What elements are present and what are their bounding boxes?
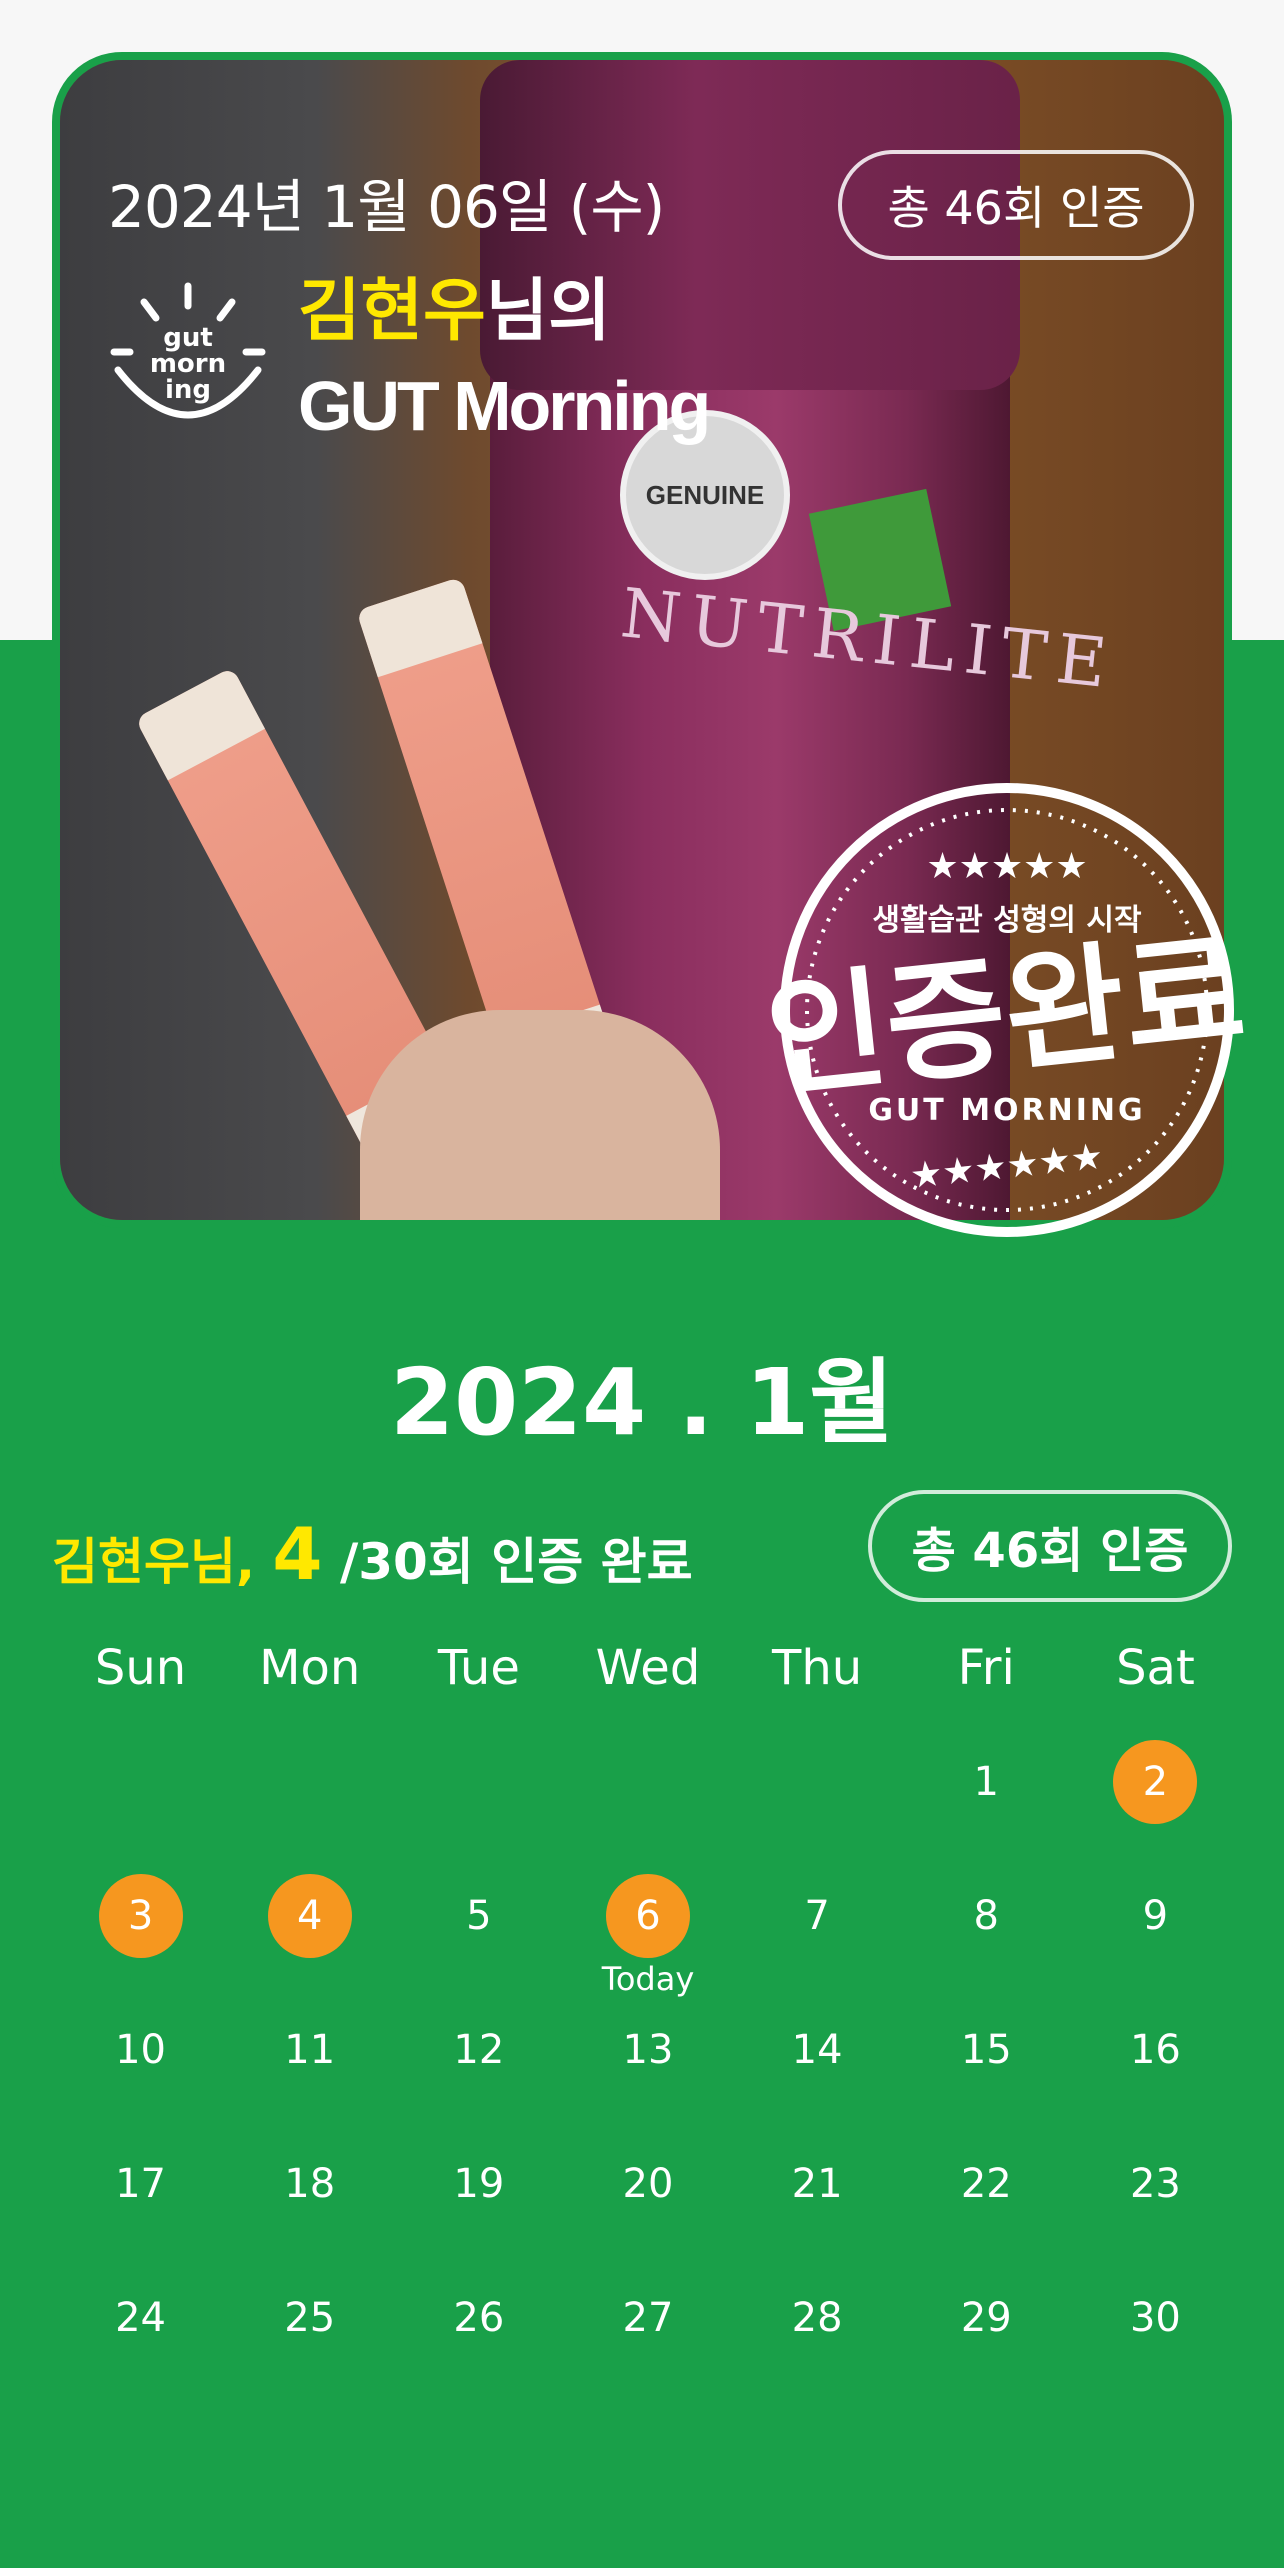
calendar-cell[interactable]: 14: [733, 1998, 902, 2132]
summary-user-name: 김현우님,: [52, 1533, 255, 1591]
calendar-day[interactable]: 28: [775, 2276, 859, 2360]
calendar-cell[interactable]: 15: [902, 1998, 1071, 2132]
completed-day[interactable]: 2: [1113, 1740, 1198, 1824]
calendar-day[interactable]: 26: [437, 2276, 521, 2360]
user-name: 김현우: [298, 272, 486, 351]
calendar-cell[interactable]: 5: [394, 1864, 563, 1998]
calendar-day[interactable]: 8: [944, 1874, 1028, 1958]
weekday-label: Fri: [957, 1640, 1015, 1696]
today-label: Today: [601, 1960, 695, 1998]
calendar-cell[interactable]: 18: [225, 2132, 394, 2266]
calendar-cell[interactable]: 26: [394, 2266, 563, 2400]
calendar-cell[interactable]: 22: [902, 2132, 1071, 2266]
calendar-day[interactable]: 21: [775, 2142, 859, 2226]
calendar-day[interactable]: 1: [944, 1740, 1028, 1824]
calendar-day[interactable]: 9: [1113, 1874, 1197, 1958]
calendar-cell: [394, 1730, 563, 1864]
calendar-cell[interactable]: 27: [563, 2266, 732, 2400]
calendar-cell[interactable]: 13: [563, 1998, 732, 2132]
calendar-cell[interactable]: 6 Today: [563, 1864, 732, 1998]
month-title: 2024 . 1월: [390, 1349, 894, 1456]
calendar-day[interactable]: 22: [944, 2142, 1028, 2226]
calendar-cell[interactable]: 10: [56, 1998, 225, 2132]
calendar-day[interactable]: 7: [775, 1874, 859, 1958]
calendar-cell[interactable]: 21: [733, 2132, 902, 2266]
verification-date: 2024년 1월 06일 (수): [108, 173, 665, 241]
calendar-day[interactable]: 23: [1113, 2142, 1197, 2226]
calendar-cell[interactable]: 16: [1071, 1998, 1240, 2132]
calendar-cell[interactable]: 8: [902, 1864, 1071, 1998]
calendar-cell[interactable]: 3: [56, 1864, 225, 1998]
calendar-cell[interactable]: 11: [225, 1998, 394, 2132]
calendar-day[interactable]: 30: [1113, 2276, 1197, 2360]
monthly-summary: 김현우님, 4 /30회 인증 완료: [52, 1512, 693, 1596]
hand: [360, 1010, 720, 1220]
calendar-day[interactable]: 18: [268, 2142, 352, 2226]
weekday-header: Sun Mon Tue Wed Thu Fri Sat: [56, 1640, 1240, 1696]
calendar-day[interactable]: 20: [606, 2142, 690, 2226]
calendar-cell[interactable]: 25: [225, 2266, 394, 2400]
verification-complete-stamp: ★★★★★ 생활습관 성형의 시작 인증완료 GUT MORNING ★★★★★…: [760, 783, 1252, 1237]
completed-day[interactable]: 6: [605, 1874, 690, 1958]
calendar-cell: [225, 1730, 394, 1864]
calendar-cell: [733, 1730, 902, 1864]
calendar-cell[interactable]: 28: [733, 2266, 902, 2400]
weekday-label: Sun: [94, 1640, 187, 1696]
calendar-cell: [56, 1730, 225, 1864]
calendar-cell[interactable]: 29: [902, 2266, 1071, 2400]
calendar-cell[interactable]: 24: [56, 2266, 225, 2400]
calendar-day[interactable]: 5: [437, 1874, 521, 1958]
user-greeting: 김현우님의: [298, 278, 611, 346]
name-suffix: 님의: [485, 272, 611, 351]
calendar-day[interactable]: 12: [437, 2008, 521, 2092]
calendar-day[interactable]: 27: [606, 2276, 690, 2360]
calendar-cell[interactable]: 12: [394, 1998, 563, 2132]
app-title: GUT Morning: [298, 367, 711, 445]
calendar-day[interactable]: 14: [775, 2008, 859, 2092]
calendar-cell[interactable]: 20: [563, 2132, 732, 2266]
completed-day[interactable]: 3: [98, 1874, 183, 1958]
calendar-day[interactable]: 17: [99, 2142, 183, 2226]
calendar-day[interactable]: 19: [437, 2142, 521, 2226]
weekday-label: Wed: [595, 1640, 701, 1696]
weekday-label: Tue: [437, 1640, 520, 1696]
calendar-day[interactable]: 29: [944, 2276, 1028, 2360]
summary-rest: /30회 인증 완료: [339, 1533, 693, 1591]
completed-day[interactable]: 4: [267, 1874, 352, 1958]
stamp-stars: ★★★★★★: [908, 1136, 1105, 1197]
weekday-label: Thu: [772, 1640, 863, 1696]
total-count-badge: 총 46회 인증: [838, 150, 1194, 260]
calendar-cell: [563, 1730, 732, 1864]
calendar-day[interactable]: 11: [268, 2008, 352, 2092]
stamp-bottom-text: GUT MORNING: [868, 1093, 1145, 1128]
logo-text: ing: [165, 375, 211, 405]
calendar-cell[interactable]: 1: [902, 1730, 1071, 1864]
stamp-main-text: 인증완료: [760, 914, 1252, 1115]
calendar-day[interactable]: 15: [944, 2008, 1028, 2092]
calendar-day[interactable]: 24: [99, 2276, 183, 2360]
calendar-cell[interactable]: 9: [1071, 1864, 1240, 1998]
stamp-stars: ★★★★★: [926, 846, 1087, 887]
calendar-day[interactable]: 25: [268, 2276, 352, 2360]
total-count-button[interactable]: 총 46회 인증: [868, 1490, 1232, 1602]
calendar-day[interactable]: 13: [606, 2008, 690, 2092]
calendar-grid: 1 2 3 4 5 6 Today 7 8 9 10 11 12 13 14 15 16 17 18 19 20 21 22…: [56, 1730, 1240, 2400]
gut-morning-logo-icon: gut morn ing: [110, 282, 266, 419]
weekday-label: Mon: [259, 1640, 361, 1696]
calendar-day[interactable]: 10: [99, 2008, 183, 2092]
weekday-label: Sat: [1116, 1640, 1195, 1696]
calendar-cell[interactable]: 2: [1071, 1730, 1240, 1864]
calendar-cell[interactable]: 19: [394, 2132, 563, 2266]
calendar-cell[interactable]: 4: [225, 1864, 394, 1998]
calendar-cell[interactable]: 17: [56, 2132, 225, 2266]
calendar-cell[interactable]: 30: [1071, 2266, 1240, 2400]
calendar-cell[interactable]: 7: [733, 1864, 902, 1998]
calendar-day[interactable]: 16: [1113, 2008, 1197, 2092]
summary-count: 4: [272, 1512, 323, 1596]
calendar-cell[interactable]: 23: [1071, 2132, 1240, 2266]
